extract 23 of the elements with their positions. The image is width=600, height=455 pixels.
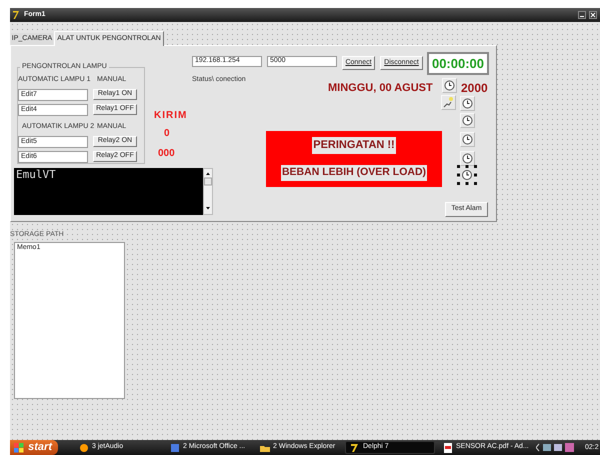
clock-icon bbox=[460, 113, 475, 128]
selected-clock-icon bbox=[457, 165, 477, 185]
app-icon bbox=[12, 10, 21, 20]
clock-icon bbox=[442, 78, 457, 93]
app-icon bbox=[79, 442, 89, 452]
app-icon bbox=[350, 442, 360, 452]
warning-message: BEBAN LEBIH (OVER LOAD) bbox=[280, 164, 428, 181]
time-display: 00:00:00 bbox=[427, 52, 489, 75]
clock-icon bbox=[460, 132, 475, 147]
count-text: 0 bbox=[164, 127, 170, 141]
terminal-panel: EmulVT bbox=[14, 168, 203, 215]
close-icon[interactable] bbox=[589, 11, 597, 19]
send-label: KIRIM bbox=[154, 109, 188, 123]
clock-icon bbox=[460, 96, 475, 111]
minimize-icon[interactable] bbox=[578, 11, 586, 19]
windows-logo-icon bbox=[14, 443, 24, 453]
warning-title: PERINGATAN !! bbox=[312, 137, 396, 154]
date-text: MINGGU, 00 AGUST bbox=[328, 81, 433, 96]
code-text: 000 bbox=[158, 147, 175, 161]
clock-icon bbox=[460, 151, 475, 166]
year-text: 2000 bbox=[461, 80, 488, 97]
app-icon bbox=[443, 442, 453, 452]
scrollbar[interactable] bbox=[203, 168, 213, 215]
